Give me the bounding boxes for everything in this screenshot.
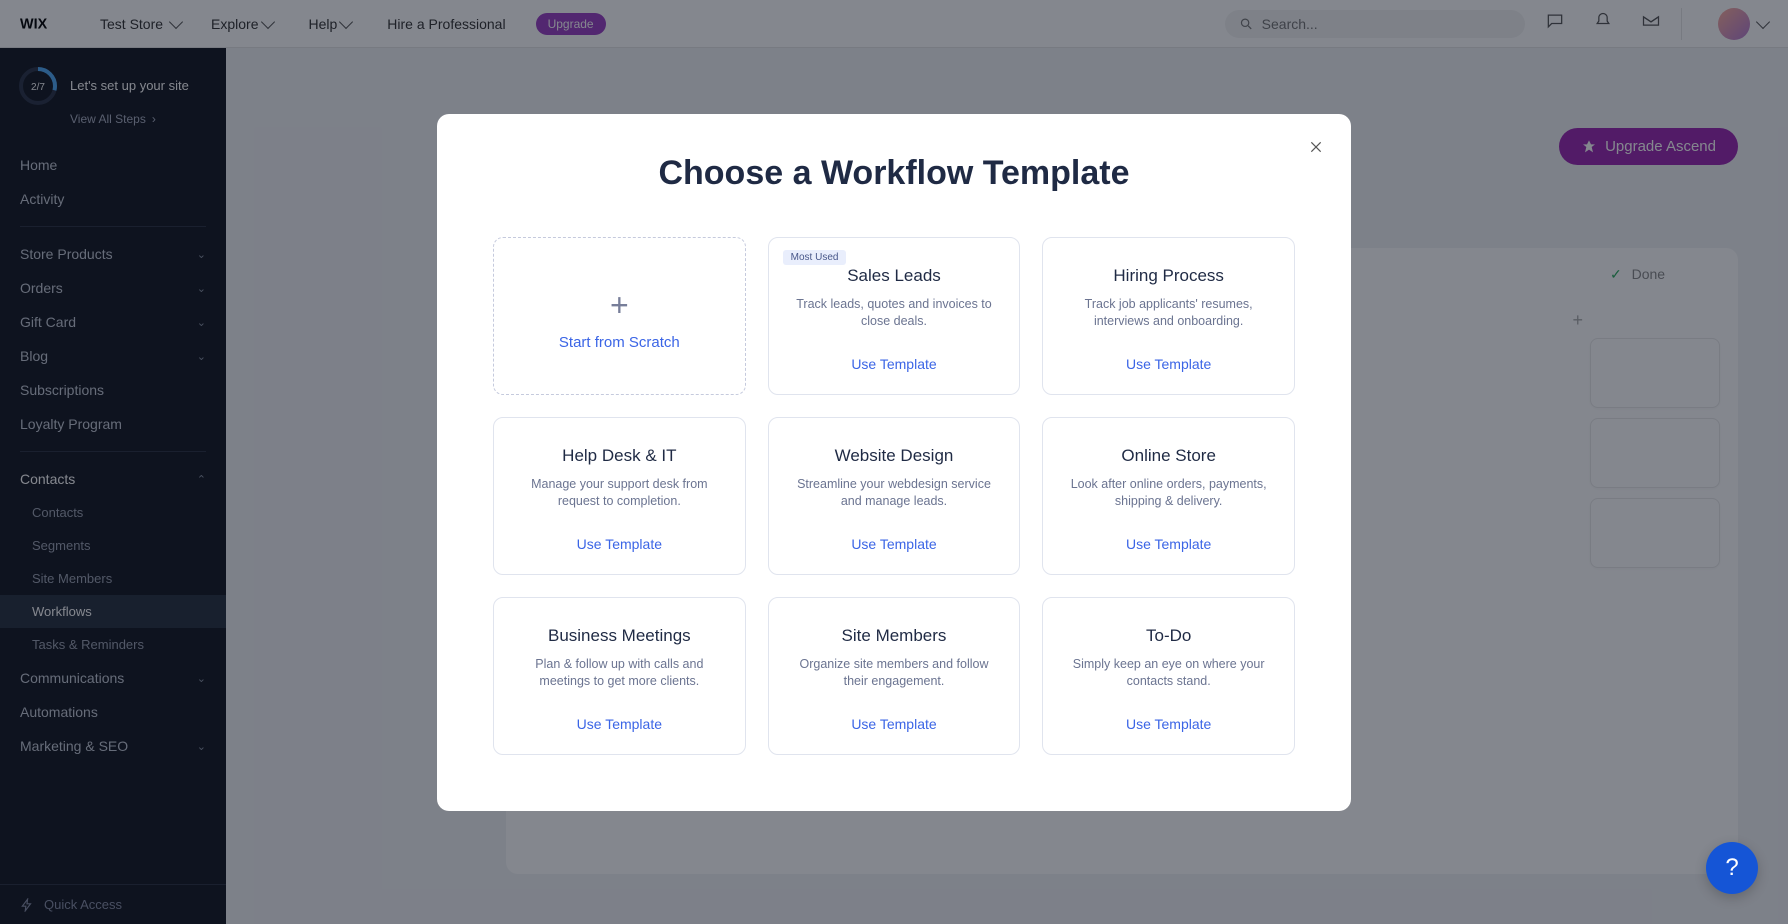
template-card-to-do: To-Do Simply keep an eye on where your c… <box>1042 597 1295 755</box>
template-title: Sales Leads <box>847 266 941 286</box>
use-template-link[interactable]: Use Template <box>577 716 662 732</box>
close-icon <box>1309 140 1323 154</box>
use-template-link[interactable]: Use Template <box>851 356 936 372</box>
template-desc: Track job applicants' resumes, interview… <box>1063 296 1274 344</box>
template-desc: Track leads, quotes and invoices to clos… <box>789 296 1000 344</box>
workflow-template-modal: Choose a Workflow Template + Start from … <box>437 114 1351 811</box>
template-desc: Plan & follow up with calls and meetings… <box>514 656 725 704</box>
use-template-link[interactable]: Use Template <box>1126 716 1211 732</box>
template-desc: Streamline your webdesign service and ma… <box>789 476 1000 524</box>
close-button[interactable] <box>1309 138 1323 159</box>
use-template-link[interactable]: Use Template <box>1126 536 1211 552</box>
modal-title: Choose a Workflow Template <box>493 154 1295 193</box>
help-fab-button[interactable]: ? <box>1706 842 1758 894</box>
template-grid: + Start from Scratch Most Used Sales Lea… <box>493 237 1295 755</box>
template-title: Business Meetings <box>548 626 691 646</box>
start-from-scratch-card[interactable]: + Start from Scratch <box>493 237 746 395</box>
scratch-label: Start from Scratch <box>559 334 680 351</box>
template-title: Hiring Process <box>1113 266 1224 286</box>
template-desc: Simply keep an eye on where your contact… <box>1063 656 1274 704</box>
template-title: Website Design <box>835 446 954 466</box>
template-card-online-store: Online Store Look after online orders, p… <box>1042 417 1295 575</box>
template-card-business-meetings: Business Meetings Plan & follow up with … <box>493 597 746 755</box>
template-title: Help Desk & IT <box>562 446 676 466</box>
plus-icon: + <box>610 287 629 324</box>
modal-backdrop[interactable]: Choose a Workflow Template + Start from … <box>0 0 1788 924</box>
template-title: To-Do <box>1146 626 1191 646</box>
template-card-sales-leads: Most Used Sales Leads Track leads, quote… <box>768 237 1021 395</box>
template-desc: Look after online orders, payments, ship… <box>1063 476 1274 524</box>
template-title: Online Store <box>1121 446 1216 466</box>
template-card-website-design: Website Design Streamline your webdesign… <box>768 417 1021 575</box>
template-title: Site Members <box>842 626 947 646</box>
template-desc: Organize site members and follow their e… <box>789 656 1000 704</box>
most-used-tag: Most Used <box>783 250 847 265</box>
use-template-link[interactable]: Use Template <box>1126 356 1211 372</box>
template-desc: Manage your support desk from request to… <box>514 476 725 524</box>
use-template-link[interactable]: Use Template <box>851 716 936 732</box>
use-template-link[interactable]: Use Template <box>577 536 662 552</box>
use-template-link[interactable]: Use Template <box>851 536 936 552</box>
question-icon: ? <box>1725 854 1738 882</box>
template-card-site-members: Site Members Organize site members and f… <box>768 597 1021 755</box>
template-card-hiring-process: Hiring Process Track job applicants' res… <box>1042 237 1295 395</box>
template-card-help-desk: Help Desk & IT Manage your support desk … <box>493 417 746 575</box>
